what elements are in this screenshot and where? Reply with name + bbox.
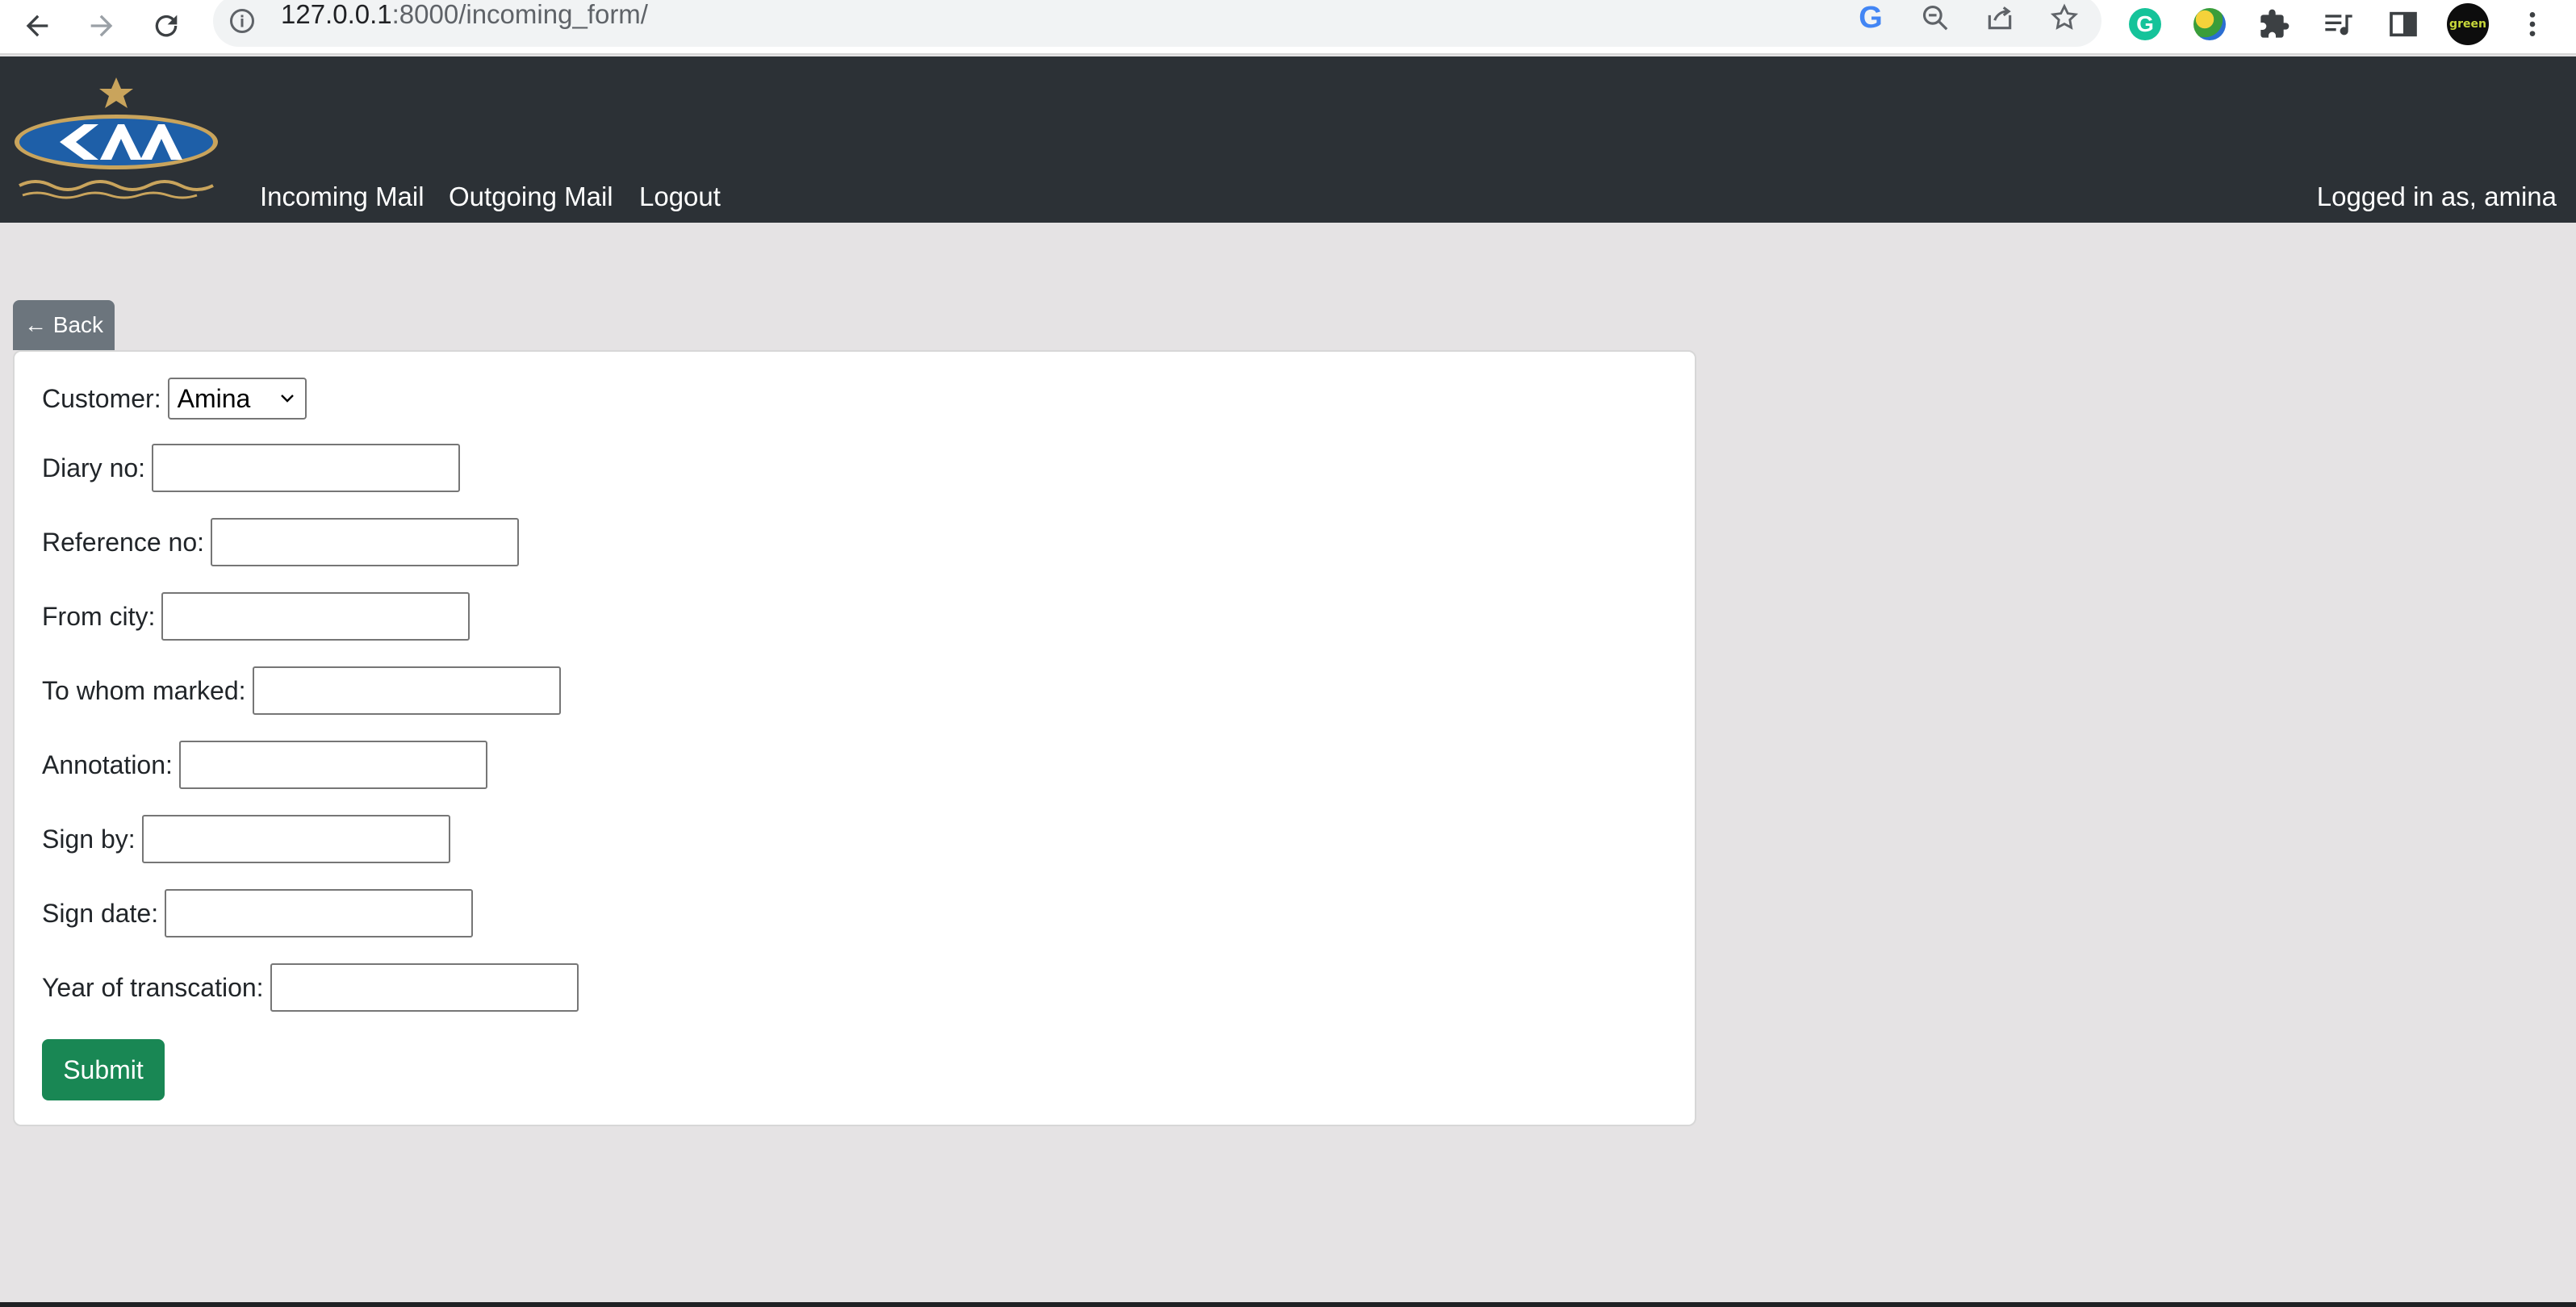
- address-bar[interactable]: 127.0.0.1:8000/incoming_form/ G: [213, 0, 2101, 47]
- back-button[interactable]: ← Back: [13, 300, 115, 350]
- annotation-input[interactable]: [178, 741, 487, 789]
- share-icon[interactable]: [1980, 0, 2019, 37]
- back-arrow-icon[interactable]: [15, 3, 60, 48]
- incoming-form-card: Customer: Amina Diary no: Reference no: …: [13, 350, 1696, 1126]
- sign-by-field: Sign by:: [42, 815, 450, 863]
- customer-field: Customer: Amina: [42, 374, 307, 423]
- sign-date-label: Sign date:: [42, 898, 159, 928]
- url-path: :8000/incoming_form/: [391, 0, 648, 29]
- sign-by-label: Sign by:: [42, 824, 136, 854]
- sign-date-field: Sign date:: [42, 889, 474, 937]
- reference-no-input[interactable]: [211, 518, 520, 566]
- media-queue-icon[interactable]: [2316, 2, 2361, 47]
- forward-arrow-icon[interactable]: [79, 3, 124, 48]
- profile-avatar[interactable]: green: [2445, 2, 2490, 47]
- url-host: 127.0.0.1: [281, 0, 392, 29]
- caa-logo[interactable]: [11, 73, 221, 208]
- year-of-transaction-input[interactable]: [270, 963, 579, 1012]
- to-whom-marked-label: To whom marked:: [42, 675, 246, 705]
- customer-label: Customer:: [42, 383, 161, 413]
- from-city-field: From city:: [42, 592, 470, 641]
- from-city-label: From city:: [42, 601, 156, 631]
- diary-no-field: Diary no:: [42, 444, 461, 492]
- google-icon[interactable]: G: [1851, 0, 1890, 37]
- reference-no-field: Reference no:: [42, 518, 520, 566]
- reference-no-label: Reference no:: [42, 527, 205, 557]
- year-of-transaction-field: Year of transcation:: [42, 963, 579, 1012]
- grammarly-icon[interactable]: G: [2122, 2, 2168, 47]
- sign-date-input[interactable]: [165, 889, 474, 937]
- annotation-label: Annotation:: [42, 750, 173, 779]
- chevron-down-icon: [280, 395, 294, 403]
- extensions-puzzle-icon[interactable]: [2252, 2, 2297, 47]
- customer-select[interactable]: Amina: [167, 378, 307, 420]
- diary-no-label: Diary no:: [42, 453, 146, 482]
- info-icon[interactable]: [228, 6, 257, 35]
- sign-by-input[interactable]: [141, 815, 450, 863]
- url-text[interactable]: 127.0.0.1:8000/incoming_form/: [281, 0, 648, 31]
- to-whom-marked-input[interactable]: [252, 666, 561, 715]
- reload-icon[interactable]: [144, 3, 189, 48]
- zoom-out-icon[interactable]: [1916, 0, 1955, 37]
- submit-button[interactable]: Submit: [42, 1039, 165, 1100]
- browser-toolbar: 127.0.0.1:8000/incoming_form/ G G green: [0, 0, 2576, 55]
- globe-extension-icon[interactable]: [2187, 2, 2232, 47]
- avatar-text: green: [2447, 3, 2489, 45]
- diary-no-input[interactable]: [152, 444, 461, 492]
- nav-outgoing-mail[interactable]: Outgoing Mail: [449, 179, 613, 215]
- taskbar-edge: [0, 1302, 2576, 1307]
- from-city-input[interactable]: [161, 592, 470, 641]
- nav-incoming-mail[interactable]: Incoming Mail: [260, 179, 424, 215]
- annotation-field: Annotation:: [42, 741, 487, 789]
- bookmark-star-icon[interactable]: [2045, 0, 2084, 37]
- side-panel-icon[interactable]: [2381, 2, 2426, 47]
- kebab-menu-icon[interactable]: [2510, 2, 2555, 47]
- app-navbar: Incoming Mail Outgoing Mail Logout Logge…: [0, 56, 2576, 223]
- to-whom-marked-field: To whom marked:: [42, 666, 561, 715]
- customer-selected-value: Amina: [177, 383, 251, 413]
- year-of-transaction-label: Year of transcation:: [42, 972, 264, 1002]
- logged-in-user: Logged in as, amina: [2316, 182, 2557, 211]
- nav-logout[interactable]: Logout: [639, 179, 721, 215]
